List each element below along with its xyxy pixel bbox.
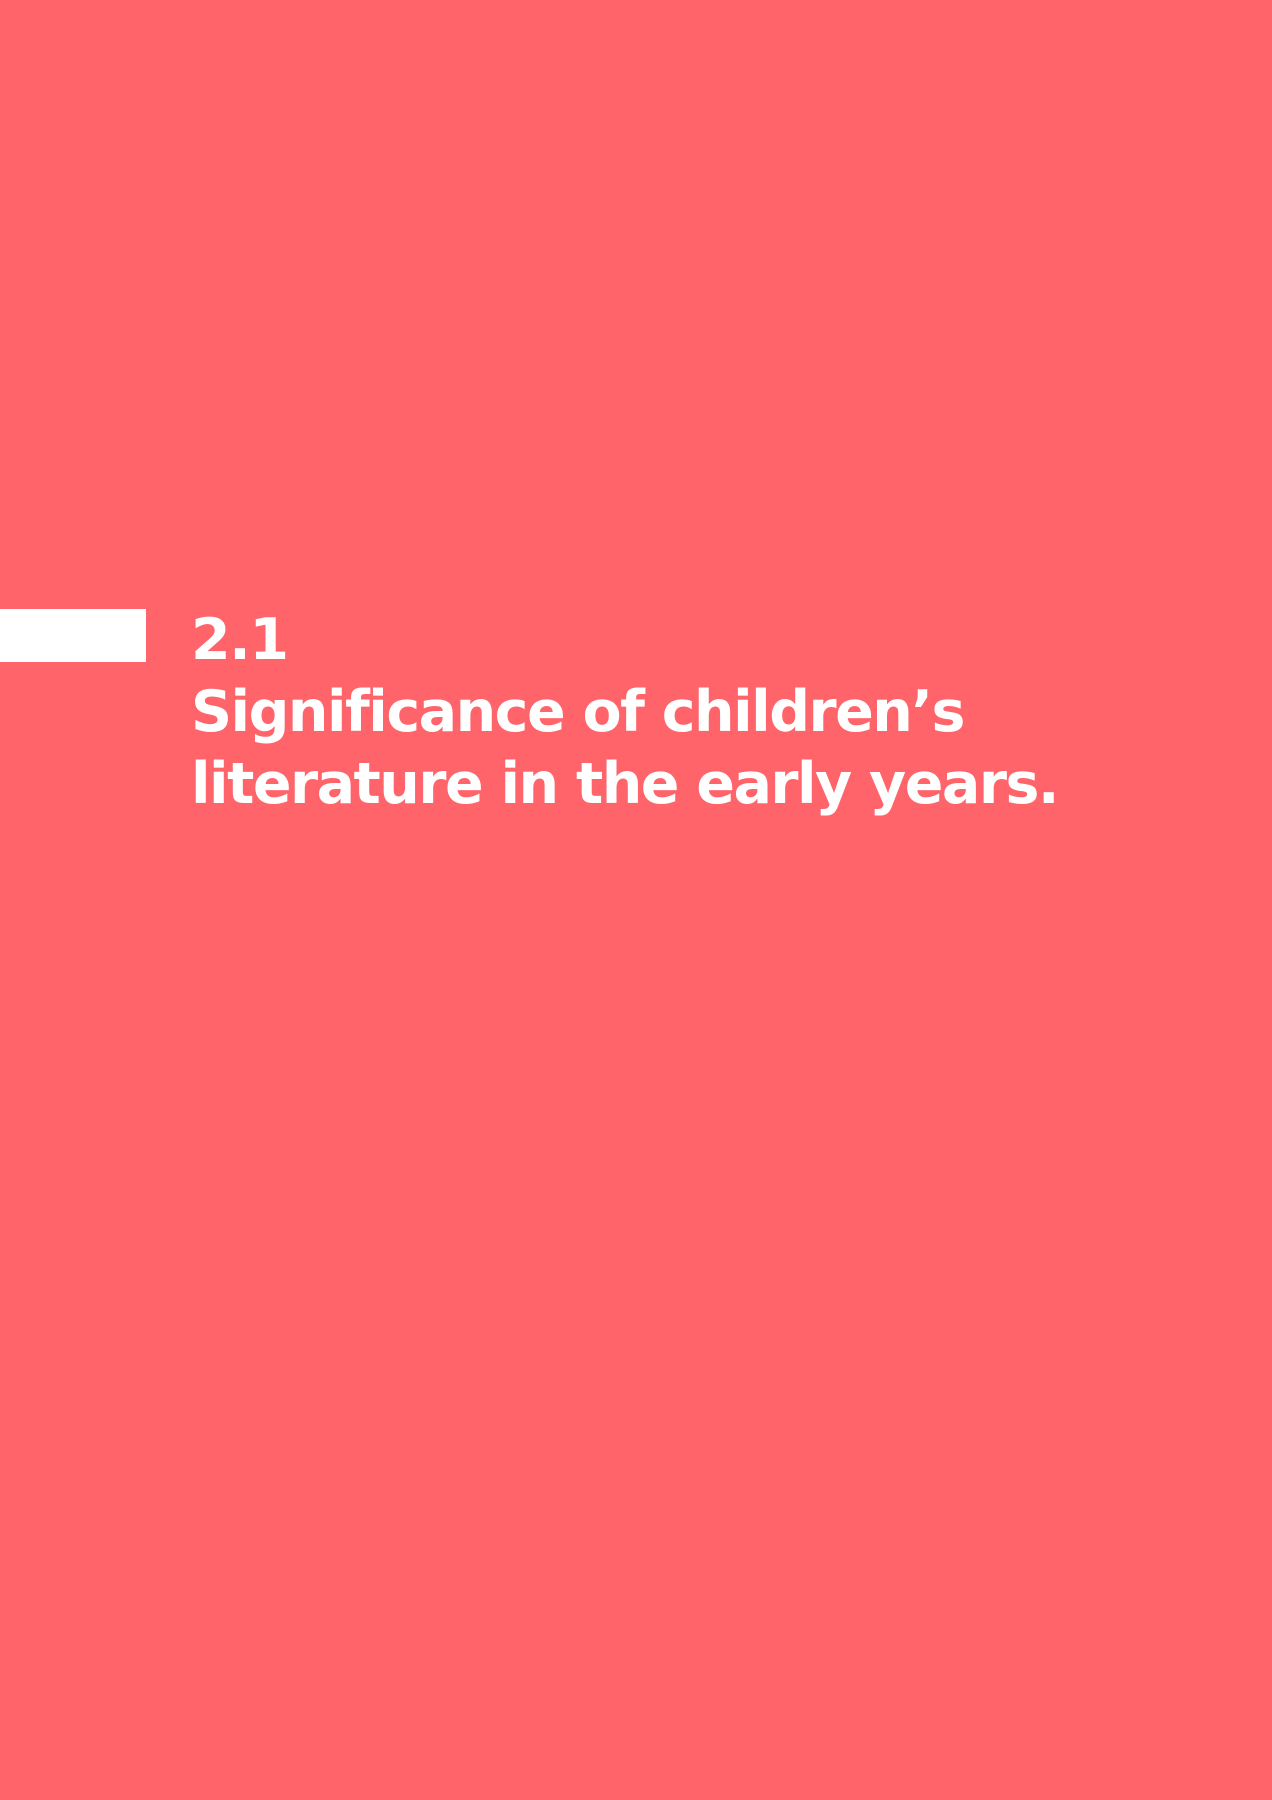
chapter-divider-page: 2.1 Significance of children’s literatur… (0, 0, 1272, 1800)
section-number: 2.1 (191, 607, 289, 673)
accent-bar (0, 609, 146, 662)
section-heading: 2.1 Significance of children’s literatur… (191, 604, 1231, 820)
section-title-line-2: literature in the early years. (191, 751, 1060, 817)
section-title-line-1: Significance of children’s (191, 679, 965, 745)
